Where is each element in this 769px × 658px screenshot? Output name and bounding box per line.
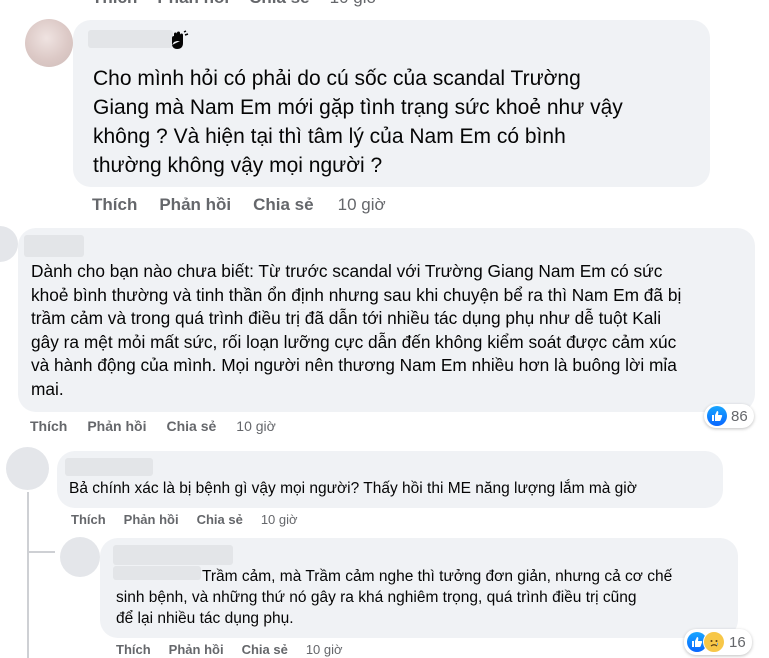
comment-text: Dành cho bạn nào chưa biết: Từ trước sca… xyxy=(31,261,682,399)
comment-actions: Thích Phản hồi Chia sẻ 10 giờ xyxy=(92,195,386,215)
comment-actions: Thích Phản hồi Chia sẻ 10 giờ xyxy=(116,642,343,657)
share-button[interactable]: Chia sẻ xyxy=(253,195,313,215)
like-button[interactable]: Thích xyxy=(30,418,67,434)
comment-actions: Thích Phản hồi Chia sẻ 10 giờ xyxy=(71,512,298,527)
comment-actions: Thích Phản hồi Chia sẻ 10 giờ xyxy=(30,418,276,434)
avatar[interactable] xyxy=(25,19,73,67)
like-button[interactable]: Thích xyxy=(71,512,106,527)
comment-bubble: Bả chính xác là bị bệnh gì vậy mọi người… xyxy=(57,451,723,508)
timestamp: 10 giờ xyxy=(337,195,386,214)
reply-button[interactable]: Phản hồi xyxy=(159,195,231,215)
thumbs-up-icon xyxy=(707,406,727,426)
reaction-count: 86 xyxy=(731,407,748,425)
like-button[interactable]: Thích xyxy=(92,0,137,8)
comment-bubble: Trầm cảm, mà Trầm cảm nghe thì tưởng đơn… xyxy=(100,538,738,638)
like-button[interactable]: Thích xyxy=(116,642,151,657)
share-button[interactable]: Chia sẻ xyxy=(166,418,216,434)
commenter-name[interactable] xyxy=(24,235,84,257)
comment-text: Cho mình hỏi có phải do cú sốc của scand… xyxy=(93,67,623,177)
share-button[interactable]: Chia sẻ xyxy=(197,512,243,527)
avatar[interactable] xyxy=(6,447,49,490)
avatar[interactable] xyxy=(60,537,100,577)
timestamp: 10 giờ xyxy=(330,0,378,8)
reply-button[interactable]: Phản hồi xyxy=(157,0,229,8)
share-button[interactable]: Chia sẻ xyxy=(242,642,288,657)
avatar[interactable] xyxy=(0,226,18,262)
comment-text: Trầm cảm, mà Trầm cảm nghe thì tưởng đơn… xyxy=(116,568,673,627)
commenter-name[interactable] xyxy=(65,458,153,476)
commenter-name[interactable] xyxy=(88,30,173,48)
thread-line xyxy=(27,492,29,658)
comment-text: Bả chính xác là bị bệnh gì vậy mọi người… xyxy=(69,480,637,497)
comment-bubble: Dành cho bạn nào chưa biết: Từ trước sca… xyxy=(18,228,755,412)
timestamp: 10 giờ xyxy=(305,642,343,657)
sad-face-icon xyxy=(703,631,725,653)
reaction-summary[interactable]: 86 xyxy=(704,404,754,428)
reaction-count: 16 xyxy=(729,633,746,651)
reaction-summary[interactable]: 16 xyxy=(684,629,752,655)
like-button[interactable]: Thích xyxy=(92,195,137,215)
timestamp: 10 giờ xyxy=(260,512,298,527)
comment-bubble: Cho mình hỏi có phải do cú sốc của scand… xyxy=(73,20,710,187)
share-button[interactable]: Chia sẻ xyxy=(249,0,309,8)
top-comment-actions: Thích Phản hồi Chia sẻ 10 giờ xyxy=(92,0,378,8)
timestamp: 10 giờ xyxy=(236,418,276,434)
hand-wave-icon xyxy=(167,30,189,52)
thread-connector xyxy=(27,551,55,553)
reply-button[interactable]: Phản hồi xyxy=(124,512,179,527)
commenter-name[interactable] xyxy=(113,545,233,565)
reply-button[interactable]: Phản hồi xyxy=(87,418,146,434)
reply-button[interactable]: Phản hồi xyxy=(169,642,224,657)
